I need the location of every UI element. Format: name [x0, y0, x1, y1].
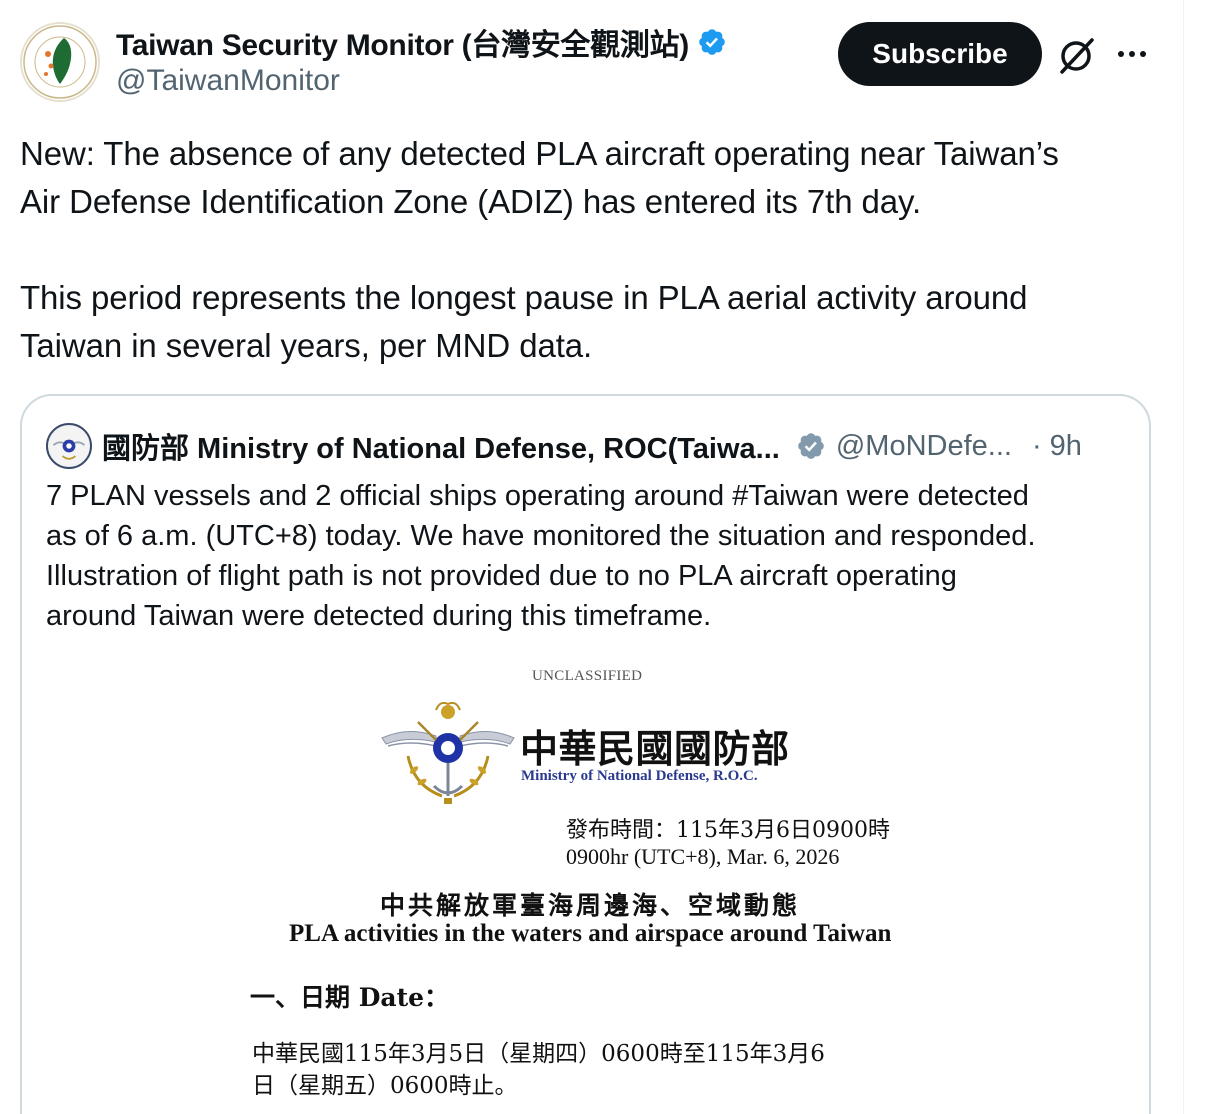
mnd-emblem [381, 701, 515, 804]
grok-icon[interactable] [1056, 34, 1098, 76]
date-range-line: 日（星期五）0600時止。 [252, 1073, 518, 1099]
quoted-tweet-header: 國防部 Ministry of National Defense, ROC(Ta… [46, 422, 1136, 470]
org-name-en: Ministry of National Defense, R.O.C. [521, 768, 758, 784]
subscribe-button[interactable]: Subscribe [838, 22, 1042, 86]
quoted-line: around Taiwan were detected during this … [46, 600, 712, 632]
tweet-line: Taiwan in several years, per MND data. [20, 327, 593, 364]
quoted-line: Illustration of flight path is not provi… [46, 560, 957, 592]
taiwan-monitor-logo [23, 25, 97, 99]
quoted-tweet-text: 7 PLAN vessels and 2 official ships oper… [46, 476, 1126, 636]
author-avatar[interactable] [20, 22, 100, 102]
date-heading: 一、日期 Date： [250, 983, 450, 1012]
document-title-en: PLA activities in the waters and airspac… [289, 920, 892, 947]
quoted-tweet-time[interactable]: · 9h [1032, 430, 1082, 463]
attached-document-image[interactable]: UNCLASSIFIED 中華民國國防部 Ministry of Nationa… [24, 646, 1149, 1114]
classification-label: UNCLASSIFIED [532, 668, 643, 684]
quoted-author-name[interactable]: 國防部 Ministry of National Defense, ROC(Ta… [102, 425, 780, 467]
tweet-line: New: The absence of any detected PLA air… [20, 135, 1059, 172]
author-name-line: Taiwan Security Monitor (台灣安全觀測站) [116, 22, 727, 62]
quoted-line: as of 6 a.m. (UTC+8) today. We have moni… [46, 520, 1036, 552]
quoted-tweet-card[interactable]: 國防部 Ministry of National Defense, ROC(Ta… [20, 394, 1151, 1114]
quoted-author-handle[interactable]: @MoNDefe... [836, 430, 1012, 463]
column-divider [1183, 0, 1184, 1114]
tweet-line: This period represents the longest pause… [20, 279, 1028, 316]
document-title-zh: 中共解放軍臺海周邊海、空域動態 [380, 891, 801, 920]
author-display-name[interactable]: Taiwan Security Monitor (台灣安全觀測站) [116, 20, 689, 64]
more-options-icon[interactable] [1112, 36, 1152, 72]
author-handle[interactable]: @TaiwanMonitor [116, 64, 340, 98]
gov-verified-badge-icon[interactable] [796, 431, 826, 461]
date-range-line: 中華民國115年3月5日（星期四）0600時至115年3月6 [252, 1041, 825, 1067]
verified-badge-icon[interactable] [697, 27, 727, 57]
org-name-zh: 中華民國國防部 [520, 726, 790, 771]
tweet-line: Air Defense Identification Zone (ADIZ) h… [20, 183, 922, 220]
mnd-avatar[interactable] [46, 423, 92, 469]
published-time-zh: 發布時間：115年3月6日0900時 [566, 818, 890, 843]
date-range: 中華民國115年3月5日（星期四）0600時至115年3月6 日（星期五）060… [252, 1038, 912, 1102]
published-time-en: 0900hr (UTC+8), Mar. 6, 2026 [566, 844, 840, 869]
quoted-line: 7 PLAN vessels and 2 official ships oper… [46, 480, 1029, 512]
tweet-text: New: The absence of any detected PLA air… [20, 130, 1170, 370]
